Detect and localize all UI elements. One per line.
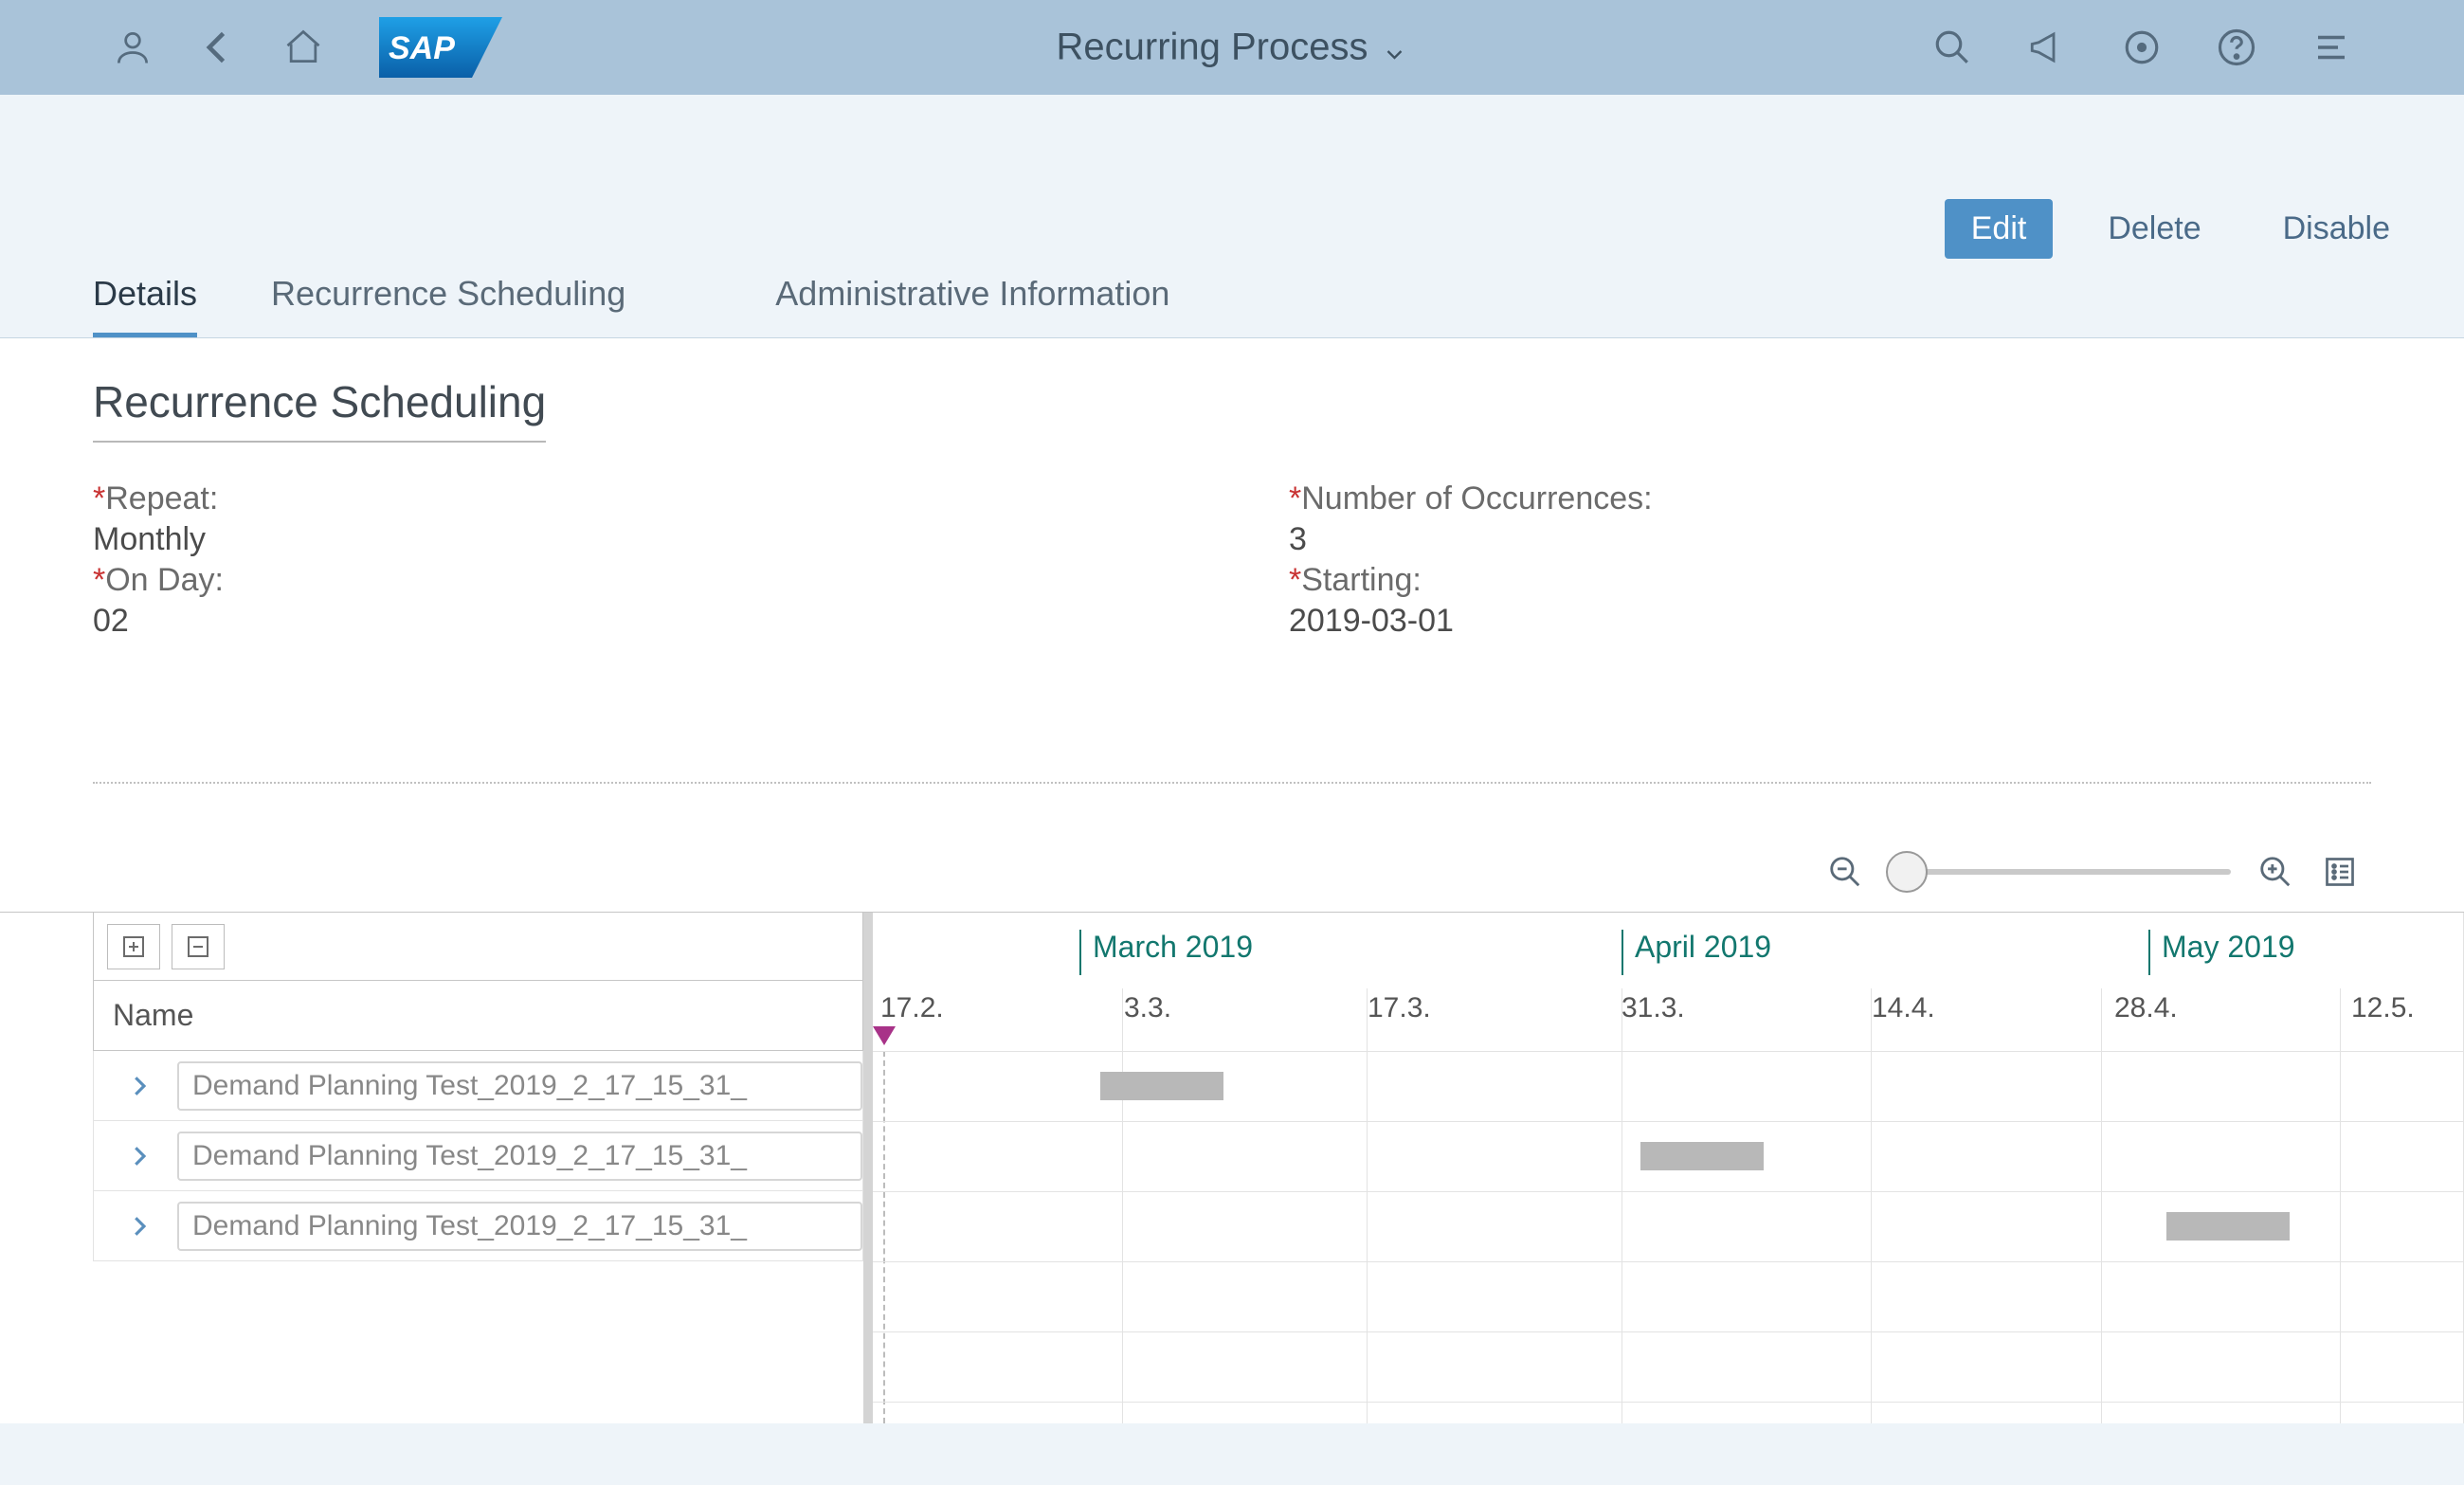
edit-button[interactable]: Edit: [1945, 199, 2054, 259]
gantt-bar[interactable]: [2166, 1212, 2290, 1241]
fields-col-left: *Repeat: Monthly *On Day: 02: [93, 480, 1175, 640]
onday-label: *On Day:: [93, 562, 1175, 599]
gantt-name-column-header: Name: [93, 981, 863, 1051]
gantt-date-label: 17.2.: [880, 992, 944, 1024]
back-icon[interactable]: [190, 19, 246, 76]
gantt-month-label: May 2019: [2148, 930, 2295, 975]
section-divider: [93, 782, 2371, 784]
zoom-slider[interactable]: [1890, 869, 2231, 875]
gantt-row-name[interactable]: Demand Planning Test_2019_2_17_15_31_: [177, 1061, 862, 1111]
search-icon[interactable]: [1924, 19, 1981, 76]
page-title-dropdown[interactable]: Recurring Process: [1056, 27, 1407, 69]
numocc-value: 3: [1289, 521, 2371, 558]
numocc-label: *Number of Occurrences:: [1289, 480, 2371, 517]
menu-icon[interactable]: [2303, 19, 2360, 76]
gantt-row: Demand Planning Test_2019_2_17_15_31_: [93, 1191, 863, 1261]
header-left-group: SAP: [104, 17, 502, 78]
action-buttons: Edit Delete Disable: [0, 180, 2464, 274]
gantt-left-toolbar: [93, 913, 863, 981]
gantt-left-panel: Name Demand Planning Test_2019_2_17_15_3…: [93, 913, 873, 1423]
gantt-gridline: [2101, 988, 2102, 1423]
gantt-rowline: [873, 1402, 2463, 1403]
subheader-spacer: [0, 95, 2464, 180]
gantt-date-label: 28.4.: [2114, 992, 2178, 1024]
gantt-rowline: [873, 1051, 2463, 1052]
gantt-date-label: 14.4.: [1872, 992, 1935, 1024]
repeat-value: Monthly: [93, 521, 1175, 558]
gantt-month-label: March 2019: [1079, 930, 1253, 975]
gantt-toolbar: [0, 831, 2464, 912]
gantt-row-name[interactable]: Demand Planning Test_2019_2_17_15_31_: [177, 1132, 862, 1181]
disable-button[interactable]: Disable: [2256, 199, 2417, 259]
gantt-timeline[interactable]: March 2019 April 2019 May 2019 17.2. 3.3…: [873, 913, 2464, 1423]
gantt-row-name[interactable]: Demand Planning Test_2019_2_17_15_31_: [177, 1202, 862, 1251]
gantt-gridline: [1367, 988, 1368, 1423]
zoom-in-icon[interactable]: [2256, 852, 2295, 892]
expand-row-button[interactable]: [120, 1067, 158, 1105]
gantt-grid: [873, 1051, 2463, 1423]
zoom-slider-thumb[interactable]: [1886, 851, 1928, 893]
tab-administrative-information[interactable]: Administrative Information: [775, 274, 1169, 337]
gantt-row: Demand Planning Test_2019_2_17_15_31_: [93, 1051, 863, 1121]
fields-grid: *Repeat: Monthly *On Day: 02 *Number of …: [93, 480, 2371, 640]
collapse-all-button[interactable]: [172, 924, 225, 969]
help-icon[interactable]: [2208, 19, 2265, 76]
starting-label: *Starting:: [1289, 562, 2371, 599]
expand-row-button[interactable]: [120, 1137, 158, 1175]
target-icon[interactable]: [2113, 19, 2170, 76]
gantt-gridline: [1122, 988, 1123, 1423]
section-title: Recurrence Scheduling: [93, 376, 546, 443]
gantt-timeline-header: March 2019 April 2019 May 2019 17.2. 3.3…: [873, 913, 2463, 1051]
chevron-down-icon: [1382, 34, 1408, 61]
gantt-date-label: 17.3.: [1368, 992, 1431, 1024]
gantt-bar[interactable]: [1640, 1142, 1764, 1170]
home-icon[interactable]: [275, 19, 332, 76]
section-content: Recurrence Scheduling *Repeat: Monthly *…: [0, 338, 2464, 831]
tab-recurrence-scheduling[interactable]: Recurrence Scheduling: [271, 274, 625, 337]
expand-all-button[interactable]: [107, 924, 160, 969]
gantt-gridline: [2340, 988, 2341, 1423]
gantt-row: Demand Planning Test_2019_2_17_15_31_: [93, 1121, 863, 1191]
delete-button[interactable]: Delete: [2081, 199, 2227, 259]
zoom-out-icon[interactable]: [1825, 852, 1865, 892]
logo-text: SAP: [389, 30, 455, 66]
gantt-rowline: [873, 1121, 2463, 1122]
now-marker-icon: [873, 1026, 896, 1045]
tabs: Details Recurrence Scheduling Administra…: [0, 274, 2464, 337]
gantt-now-line: [883, 1051, 885, 1423]
gantt-bar[interactable]: [1100, 1072, 1223, 1100]
starting-value: 2019-03-01: [1289, 603, 2371, 640]
gantt-date-label: 31.3.: [1622, 992, 1685, 1024]
tab-details[interactable]: Details: [93, 274, 197, 337]
content-header: Edit Delete Disable Details Recurrence S…: [0, 180, 2464, 338]
fields-col-right: *Number of Occurrences: 3 *Starting: 201…: [1175, 480, 2371, 640]
legend-icon[interactable]: [2320, 852, 2360, 892]
onday-value: 02: [93, 603, 1175, 640]
shell-header: SAP Recurring Process: [0, 0, 2464, 95]
gantt-rowline: [873, 1191, 2463, 1192]
gantt-chart: Name Demand Planning Test_2019_2_17_15_3…: [0, 831, 2464, 1423]
gantt-date-label: 3.3.: [1124, 992, 1171, 1024]
header-right-group: [1924, 19, 2360, 76]
gantt-rowline: [873, 1261, 2463, 1262]
gantt-date-label: 12.5.: [2351, 992, 2415, 1024]
gantt-gridline: [1871, 988, 1872, 1423]
repeat-label: *Repeat:: [93, 480, 1175, 517]
expand-row-button[interactable]: [120, 1207, 158, 1245]
gantt-rowline: [873, 1331, 2463, 1332]
sap-logo: SAP: [379, 17, 502, 78]
gantt-month-label: April 2019: [1622, 930, 1771, 975]
user-icon[interactable]: [104, 19, 161, 76]
megaphone-icon[interactable]: [2019, 19, 2075, 76]
gantt-main: Name Demand Planning Test_2019_2_17_15_3…: [0, 912, 2464, 1423]
page-title: Recurring Process: [1056, 27, 1368, 69]
